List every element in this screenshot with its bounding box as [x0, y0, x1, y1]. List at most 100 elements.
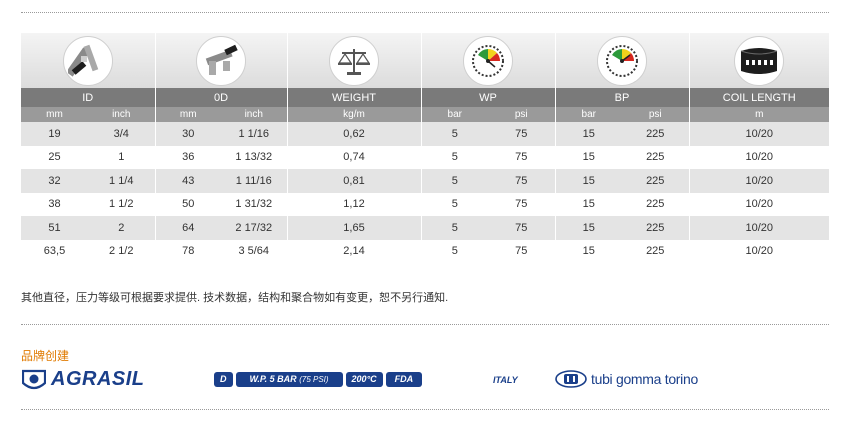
table-cell: 15 — [554, 192, 622, 216]
unit-cell: psi — [488, 107, 555, 122]
table-cell: 1,12 — [286, 192, 421, 216]
caliper-icon — [196, 35, 246, 86]
table-cell: 75 — [488, 122, 555, 146]
agrasil-emblem-icon — [22, 369, 46, 389]
table-row: 51 2 64 2 17/32 1,65 5 75 15 225 10/20 — [21, 216, 829, 240]
table-cell: 2,14 — [286, 239, 421, 263]
badge-wp-main: W.P. 5 BAR — [249, 374, 297, 384]
icon-cell-wp — [420, 33, 555, 88]
table-cell: 75 — [488, 169, 555, 193]
table-cell: 75 — [488, 145, 555, 169]
top-divider — [21, 12, 829, 13]
icon-cell-weight — [286, 33, 421, 88]
badge-wp-sub: (75 PSI) — [299, 375, 329, 384]
table-cell: 10/20 — [688, 169, 829, 193]
badge-wp: W.P. 5 BAR (75 PSI) — [235, 372, 343, 387]
spec-table: ID 0D WEIGHT WP BP COIL LENGTH mm inch m… — [21, 33, 829, 263]
table-cell: 43 — [154, 169, 221, 193]
table-row: 25 1 36 1 13/32 0,74 5 75 15 225 10/20 — [21, 145, 829, 169]
caliper-icon — [62, 35, 113, 86]
table-cell: 10/20 — [688, 239, 829, 263]
table-cell: 5 — [420, 192, 488, 216]
table-cell: 38 — [21, 192, 88, 216]
bottom-divider — [21, 409, 829, 410]
table-cell: 1 — [88, 145, 155, 169]
table-cell: 50 — [154, 192, 221, 216]
scale-icon — [329, 35, 379, 86]
table-cell: 30 — [154, 122, 221, 146]
header-od: 0D — [154, 88, 287, 107]
icon-cell-id — [21, 33, 155, 88]
table-cell: 10/20 — [688, 145, 829, 169]
table-cell: 15 — [554, 216, 622, 240]
table-cell: 1 11/16 — [221, 169, 287, 193]
table-row: 32 1 1/4 43 1 11/16 0,81 5 75 15 225 10/20 — [21, 169, 829, 193]
table-cell: 15 — [554, 239, 622, 263]
table-cell: 225 — [622, 122, 689, 146]
spec-note: 其他直径，压力等级可根据要求提供. 技术数据，结构和聚合物如有变更，恕不另行通知… — [21, 292, 449, 304]
table-row: 19 3/4 30 1 1/16 0,62 5 75 15 225 10/20 — [21, 122, 829, 146]
table-cell: 1 31/32 — [221, 192, 287, 216]
table-cell: 5 — [420, 122, 488, 146]
tubi-name: tubi gomma torino — [591, 371, 698, 387]
table-cell: 63,5 — [21, 239, 88, 263]
unit-cell: bar — [554, 107, 622, 122]
table-cell: 225 — [622, 192, 689, 216]
unit-cell: psi — [622, 107, 689, 122]
table-cell: 25 — [21, 145, 88, 169]
table-cell: 0,81 — [286, 169, 421, 193]
header-weight: WEIGHT — [286, 88, 421, 107]
tubi-gomma-logo: tubi gomma torino — [555, 370, 698, 388]
table-row: 63,5 2 1/2 78 3 5/64 2,14 5 75 15 225 10/20 — [21, 239, 829, 263]
table-cell: 10/20 — [688, 216, 829, 240]
table-body: 19 3/4 30 1 1/16 0,62 5 75 15 225 10/20 25 1 36 1 13/… — [21, 122, 829, 263]
table-cell: 0,62 — [286, 122, 421, 146]
table-row: 38 1 1/2 50 1 31/32 1,12 5 75 15 225 10/20 — [21, 192, 829, 216]
header-id: ID — [21, 88, 155, 107]
header-coil-length: COIL LENGTH — [688, 88, 829, 107]
table-cell: 1 1/2 — [88, 192, 155, 216]
table-cell: 75 — [488, 216, 555, 240]
table-cell: 10/20 — [688, 192, 829, 216]
tubi-emblem-icon — [555, 370, 587, 388]
icon-cell-od — [154, 33, 287, 88]
table-cell: 225 — [622, 145, 689, 169]
spec-badges: D W.P. 5 BAR (75 PSI) 200°C FDA — [214, 372, 423, 387]
table-cell: 36 — [154, 145, 221, 169]
unit-cell: bar — [420, 107, 488, 122]
table-cell: 1,65 — [286, 216, 421, 240]
table-cell: 78 — [154, 239, 221, 263]
table-cell: 15 — [554, 145, 622, 169]
table-cell: 5 — [420, 239, 488, 263]
icon-row — [21, 33, 829, 88]
icon-cell-coil — [688, 33, 829, 88]
pressure-gauge-icon — [597, 35, 647, 86]
table-cell: 75 — [488, 192, 555, 216]
table-cell: 75 — [488, 239, 555, 263]
table-cell: 225 — [622, 216, 689, 240]
table-cell: 5 — [420, 216, 488, 240]
agrasil-name: AGRASIL — [51, 368, 145, 390]
table-cell: 225 — [622, 239, 689, 263]
middle-divider — [21, 324, 829, 325]
agrasil-logo: AGRASIL — [22, 368, 145, 391]
table-cell: 2 17/32 — [221, 216, 287, 240]
brand-label: 品牌创建 — [21, 349, 70, 363]
table-cell: 1 1/16 — [221, 122, 287, 146]
table-cell: 64 — [154, 216, 221, 240]
table-cell: 32 — [21, 169, 88, 193]
table-cell: 15 — [554, 122, 622, 146]
unit-cell: kg/m — [286, 107, 421, 122]
origin-label: ITALY — [493, 375, 518, 385]
table-cell: 2 1/2 — [88, 239, 155, 263]
header-bp: BP — [554, 88, 689, 107]
unit-cell: inch — [88, 107, 155, 122]
pressure-gauge-icon — [463, 35, 513, 86]
table-cell: 5 — [420, 169, 488, 193]
table-cell: 1 13/32 — [221, 145, 287, 169]
unit-cell: m — [688, 107, 829, 122]
unit-row: mm inch mm inch kg/m bar psi bar psi m — [21, 107, 829, 122]
badge-d: D — [214, 372, 233, 387]
icon-cell-bp — [554, 33, 689, 88]
table-cell: 19 — [21, 122, 88, 146]
